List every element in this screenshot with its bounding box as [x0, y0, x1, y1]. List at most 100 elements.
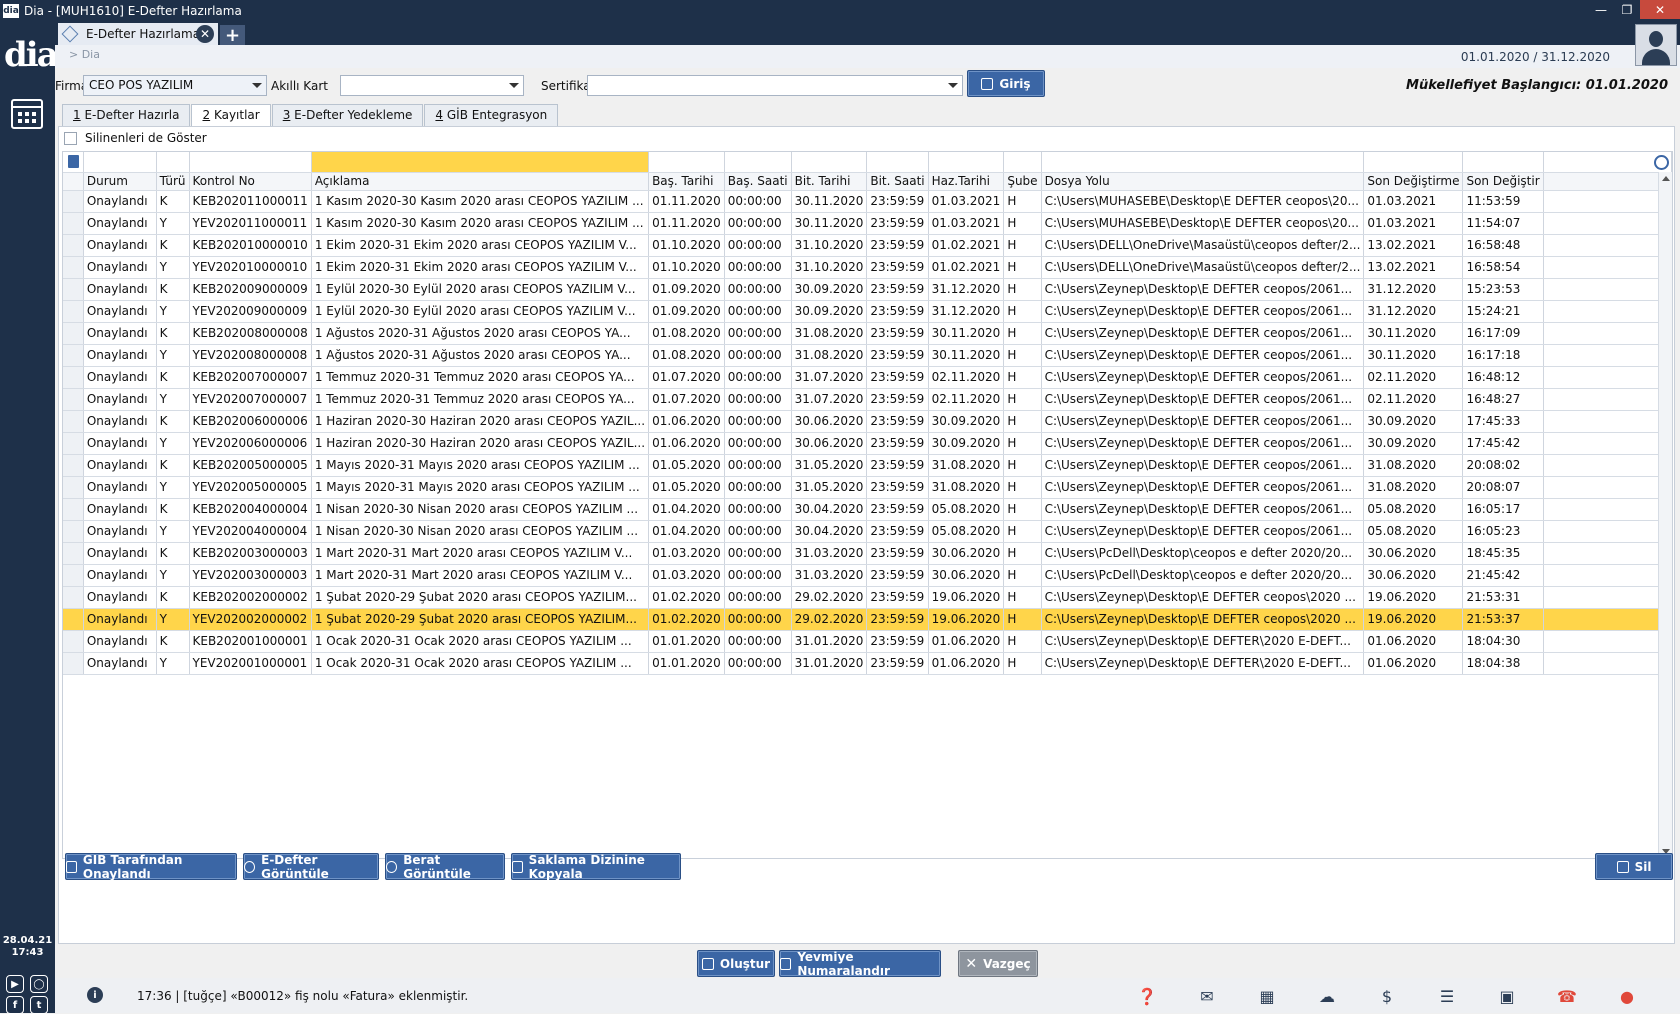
column-header[interactable]: Baş. Tarihi: [648, 172, 725, 191]
table-row[interactable]: Onaylandı Y YEV202008000008 1 Ağustos 2020-…: [63, 344, 1672, 367]
table-row[interactable]: Onaylandı Y YEV202007000007 1 Temmuz 2020-3…: [63, 388, 1672, 411]
grid-filter-cell[interactable]: [866, 152, 929, 173]
row-indicator[interactable]: [63, 476, 84, 499]
table-row[interactable]: Onaylandı Y YEV202006000006 1 Haziran 2020-…: [63, 432, 1672, 455]
facebook-icon[interactable]: f: [6, 996, 24, 1014]
akilli-kart-select[interactable]: [340, 75, 524, 96]
vazgec-button[interactable]: ✕ Vazgeç: [958, 950, 1038, 977]
view-edefter-button[interactable]: E-Defter Görüntüle: [243, 853, 379, 881]
tab-e-defter-yedekleme[interactable]: 3 E-Defter Yedekleme: [271, 104, 424, 126]
column-header[interactable]: Dosya Yolu: [1041, 172, 1365, 191]
close-tab-icon[interactable]: ✕: [196, 25, 214, 43]
column-header[interactable]: Bit. Tarihi: [791, 172, 868, 191]
column-header[interactable]: Açıklama: [311, 172, 650, 191]
close-window-icon[interactable]: ✕: [1640, 0, 1680, 19]
add-tab-button[interactable]: +: [220, 25, 245, 46]
table-row[interactable]: Onaylandı K KEB202009000009 1 Eylül 2020-30…: [63, 278, 1672, 301]
vertical-scrollbar[interactable]: [1658, 172, 1672, 858]
grid-filter-cell[interactable]: [1041, 152, 1365, 173]
calculator-icon[interactable]: ▦: [1256, 986, 1278, 1006]
table-row[interactable]: Onaylandı K KEB202005000005 1 Mayıs 2020-31…: [63, 454, 1672, 477]
record-icon[interactable]: ●: [1616, 986, 1638, 1006]
row-indicator[interactable]: [63, 410, 84, 433]
table-row[interactable]: Onaylandı K KEB202001000001 1 Ocak 2020-31 …: [63, 630, 1672, 653]
row-indicator[interactable]: [63, 278, 84, 301]
row-indicator[interactable]: [63, 234, 84, 257]
refresh-icon[interactable]: [1654, 155, 1669, 170]
fiscal-period[interactable]: 01.01.2020 / 31.12.2020: [1461, 50, 1610, 64]
row-indicator[interactable]: [63, 564, 84, 587]
column-header[interactable]: Son Değiştir: [1462, 172, 1544, 191]
row-indicator[interactable]: [63, 652, 84, 675]
grid-filter-cell[interactable]: [1003, 152, 1042, 173]
tab-gib-entegrasyon[interactable]: 4 GİB Entegrasyon: [424, 104, 559, 126]
row-indicator[interactable]: [63, 322, 84, 345]
row-indicator[interactable]: [63, 256, 84, 279]
column-header[interactable]: Haz.Tarihi: [928, 172, 1005, 191]
view-berat-button[interactable]: Berat Görüntüle: [385, 853, 505, 881]
grid-filter-cell[interactable]: [791, 152, 868, 173]
sertifika-select[interactable]: [587, 75, 963, 96]
grid-trash-cell[interactable]: [63, 152, 84, 173]
row-indicator[interactable]: [63, 630, 84, 653]
table-row[interactable]: Onaylandı Y YEV202002000002 1 Şubat 2020-29…: [63, 608, 1672, 631]
grid-filter-cell[interactable]: [928, 152, 1005, 173]
row-indicator[interactable]: [63, 212, 84, 235]
column-header[interactable]: Bit. Saati: [866, 172, 929, 191]
twitter-icon[interactable]: t: [30, 996, 48, 1014]
info-icon[interactable]: i: [87, 987, 103, 1003]
grid-indicator-header[interactable]: [63, 172, 84, 191]
table-row[interactable]: Onaylandı K KEB202004000004 1 Nisan 2020-30…: [63, 498, 1672, 521]
chat-icon[interactable]: ☰: [1436, 986, 1458, 1006]
copy-to-archive-button[interactable]: Saklama Dizinine Kopyala: [511, 853, 681, 881]
row-indicator[interactable]: [63, 520, 84, 543]
delete-button[interactable]: Sil: [1595, 853, 1673, 880]
table-row[interactable]: Onaylandı K KEB202003000003 1 Mart 2020-31 …: [63, 542, 1672, 565]
trash-icon[interactable]: [68, 154, 79, 168]
user-avatar-icon[interactable]: [1635, 24, 1677, 66]
row-indicator[interactable]: [63, 498, 84, 521]
table-row[interactable]: Onaylandı Y YEV202003000003 1 Mart 2020-31 …: [63, 564, 1672, 587]
mail-icon[interactable]: ✉: [1196, 986, 1218, 1006]
firma-select[interactable]: CEO POS YAZILIM: [83, 75, 267, 96]
column-header[interactable]: Kontrol No: [189, 172, 312, 191]
table-row[interactable]: Onaylandı K KEB202011000011 1 Kasım 2020-30…: [63, 190, 1672, 213]
column-header[interactable]: Türü: [156, 172, 190, 191]
table-row[interactable]: Onaylandı K KEB202008000008 1 Ağustos 2020-…: [63, 322, 1672, 345]
grid-filter-cell[interactable]: [1543, 152, 1672, 173]
grid-filter-cell[interactable]: [83, 152, 157, 173]
cloud-icon[interactable]: ☁: [1316, 986, 1338, 1006]
tab-e-defter-hazirlama[interactable]: E-Defter Hazırlama ✕: [58, 23, 218, 45]
phone-icon[interactable]: ☎: [1556, 986, 1578, 1006]
row-indicator[interactable]: [63, 432, 84, 455]
table-row[interactable]: Onaylandı K KEB202002000002 1 Şubat 2020-29…: [63, 586, 1672, 609]
breadcrumb[interactable]: > Dia: [69, 48, 100, 61]
column-header[interactable]: Şube: [1003, 172, 1042, 191]
table-row[interactable]: Onaylandı Y YEV202001000001 1 Ocak 2020-31 …: [63, 652, 1672, 675]
restore-icon[interactable]: ❐: [1614, 0, 1640, 19]
column-header[interactable]: Baş. Saati: [724, 172, 792, 191]
calendar-icon[interactable]: [11, 99, 43, 129]
grid-filter-cell[interactable]: [724, 152, 792, 173]
show-deleted-checkbox[interactable]: [64, 131, 77, 145]
minimize-icon[interactable]: —: [1588, 0, 1614, 19]
tab-e-defter-hazirla[interactable]: 1 E-Defter Hazırla: [62, 104, 191, 126]
table-row[interactable]: Onaylandı Y YEV202005000005 1 Mayıs 2020-31…: [63, 476, 1672, 499]
lock-icon[interactable]: ▣: [1496, 986, 1518, 1006]
scroll-up-icon[interactable]: [1662, 176, 1670, 181]
table-row[interactable]: Onaylandı K KEB202010000010 1 Ekim 2020-31 …: [63, 234, 1672, 257]
table-row[interactable]: Onaylandı Y YEV202010000010 1 Ekim 2020-31 …: [63, 256, 1672, 279]
instagram-icon[interactable]: ◯: [30, 975, 48, 993]
table-row[interactable]: Onaylandı Y YEV202011000011 1 Kasım 2020-30…: [63, 212, 1672, 235]
currency-exchange-icon[interactable]: $: [1376, 986, 1398, 1006]
column-header[interactable]: Son Değiştirme: [1363, 172, 1464, 191]
row-indicator[interactable]: [63, 454, 84, 477]
row-indicator[interactable]: [63, 190, 84, 213]
row-indicator[interactable]: [63, 300, 84, 323]
table-row[interactable]: Onaylandı Y YEV202009000009 1 Eylül 2020-30…: [63, 300, 1672, 323]
column-header[interactable]: Durum: [83, 172, 157, 191]
youtube-icon[interactable]: ▶: [6, 975, 24, 993]
row-indicator[interactable]: [63, 366, 84, 389]
table-row[interactable]: Onaylandı Y YEV202004000004 1 Nisan 2020-30…: [63, 520, 1672, 543]
gib-approved-button[interactable]: GIB Tarafından Onaylandı: [65, 853, 237, 881]
